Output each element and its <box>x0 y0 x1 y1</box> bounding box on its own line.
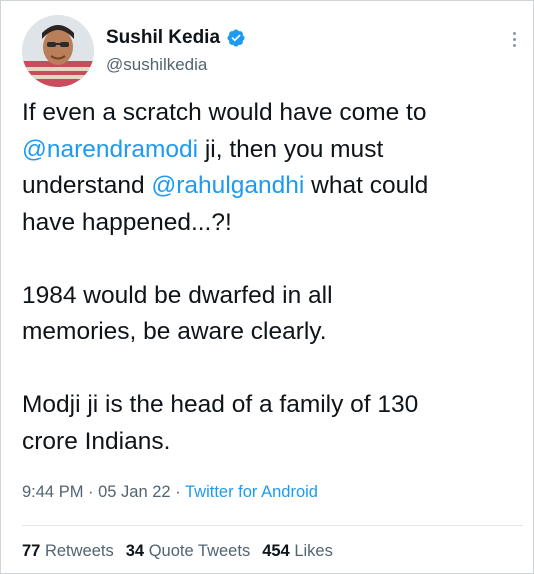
tweet-para2-line2: memories, be aware clearly. <box>22 318 327 345</box>
tweet-time[interactable]: 9:44 PM <box>22 483 83 501</box>
display-name[interactable]: Sushil Kedia <box>106 27 220 49</box>
meta-separator: · <box>170 483 185 501</box>
user-handle[interactable]: @sushilkedia <box>106 55 207 75</box>
tweet-header: Sushil Kedia @sushilkedia <box>22 15 522 87</box>
retweets-count: 77 <box>22 542 41 560</box>
quote-tweets-stat[interactable]: 34 Quote Tweets <box>126 542 250 561</box>
avatar[interactable] <box>22 15 94 87</box>
retweets-stat[interactable]: 77 Retweets <box>22 542 114 561</box>
more-options-icon[interactable] <box>510 29 518 49</box>
likes-label: Likes <box>294 542 333 560</box>
quote-tweets-count: 34 <box>125 542 145 560</box>
name-row: Sushil Kedia <box>106 27 246 49</box>
divider <box>22 525 523 526</box>
likes-count: 454 <box>262 542 290 560</box>
likes-stat[interactable]: 454 Likes <box>262 542 333 561</box>
mention-rahulgandhi[interactable]: @rahulgandhi <box>151 172 304 199</box>
tweet-meta: 9:44 PM · 05 Jan 22 · Twitter for Androi… <box>22 483 318 502</box>
tweet-date[interactable]: 05 Jan 22 <box>98 483 170 501</box>
quote-tweets-label: Quote Tweets <box>148 542 251 560</box>
tweet-para3-line2: crore Indians. <box>22 427 171 455</box>
tweet-stats: 77 Retweets 34 Quote Tweets 454 Likes <box>22 542 345 561</box>
avatar-image <box>22 15 94 87</box>
retweets-label: Retweets <box>44 542 114 560</box>
tweet-line-4: have happened...?! <box>22 208 232 236</box>
tweet-para2-line1: 1984 would be dwarfed in all <box>22 281 333 309</box>
tweet-text: If even a scratch would have come to @na… <box>22 95 522 460</box>
tweet-card: Sushil Kedia @sushilkedia If even a scra… <box>0 0 534 574</box>
tweet-source[interactable]: Twitter for Android <box>185 483 318 501</box>
tweet-line-3-rest: what could <box>304 172 429 199</box>
verified-badge-icon <box>227 29 245 47</box>
tweet-para3-line1: Modji ji is the head of a family of 130 <box>22 391 419 418</box>
tweet-line-1: If even a scratch would have come to <box>22 99 427 126</box>
tweet-line-3-start: understand <box>22 172 152 199</box>
tweet-line-2-rest: ji, then you must <box>198 135 384 163</box>
meta-separator: · <box>83 483 99 501</box>
mention-narendramodi[interactable]: @narendramodi <box>22 136 198 163</box>
